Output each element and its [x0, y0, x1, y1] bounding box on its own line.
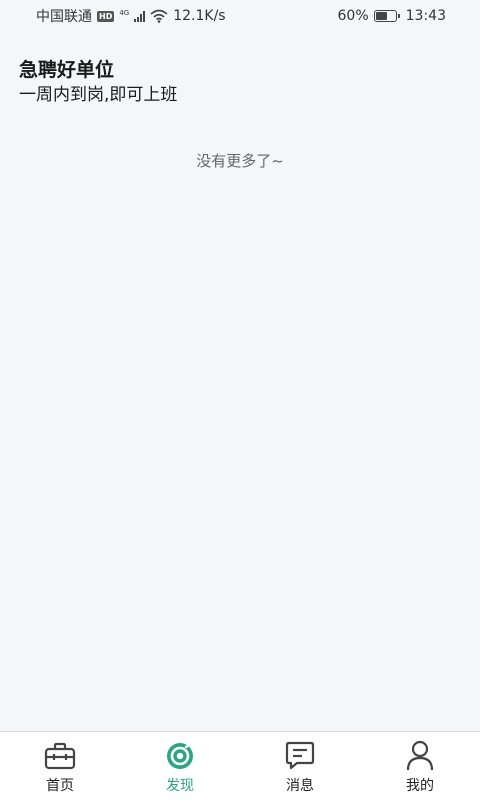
clock: 13:43 — [405, 8, 446, 24]
discover-icon — [163, 740, 197, 772]
tab-profile[interactable]: 我的 — [360, 732, 480, 800]
tab-home[interactable]: 首页 — [0, 732, 120, 800]
tab-discover-label: 发现 — [166, 778, 194, 794]
battery-level — [375, 12, 388, 20]
signal-icon — [134, 10, 146, 22]
message-icon — [283, 740, 317, 772]
tab-discover[interactable]: 发现 — [120, 732, 240, 800]
tab-messages[interactable]: 消息 — [240, 732, 360, 800]
status-right: 60% 13:43 — [338, 8, 446, 24]
no-more-tip: 没有更多了~ — [196, 152, 284, 170]
banner-title: 急聘好单位 — [19, 59, 115, 81]
status-bar: 中国联通 HD 4G 12.1K/s 60% 13:43 — [0, 0, 480, 32]
briefcase-icon — [43, 740, 77, 772]
bottom-tab-bar: 首页 发现 消息 我的 — [0, 731, 480, 800]
urgent-hiring-banner[interactable]: 急聘好单位 一周内到岗,即可上班 — [19, 58, 177, 107]
banner-subtitle: 一周内到岗,即可上班 — [19, 85, 178, 105]
user-icon — [403, 740, 437, 772]
tab-profile-label: 我的 — [406, 778, 434, 794]
tab-home-label: 首页 — [46, 778, 74, 794]
hd-badge: HD — [97, 10, 115, 22]
status-left: 中国联通 HD 4G 12.1K/s — [36, 6, 226, 26]
tab-messages-label: 消息 — [286, 778, 314, 794]
app-screen: 中国联通 HD 4G 12.1K/s 60% 13:43 急聘好单位 一周内到岗… — [0, 0, 480, 800]
network-speed: 12.1K/s — [173, 8, 226, 24]
carrier-name: 中国联通 — [36, 9, 92, 25]
battery-icon — [373, 10, 400, 22]
network-type: 4G — [119, 8, 130, 17]
wifi-icon — [150, 9, 168, 23]
battery-percent: 60% — [337, 8, 369, 24]
